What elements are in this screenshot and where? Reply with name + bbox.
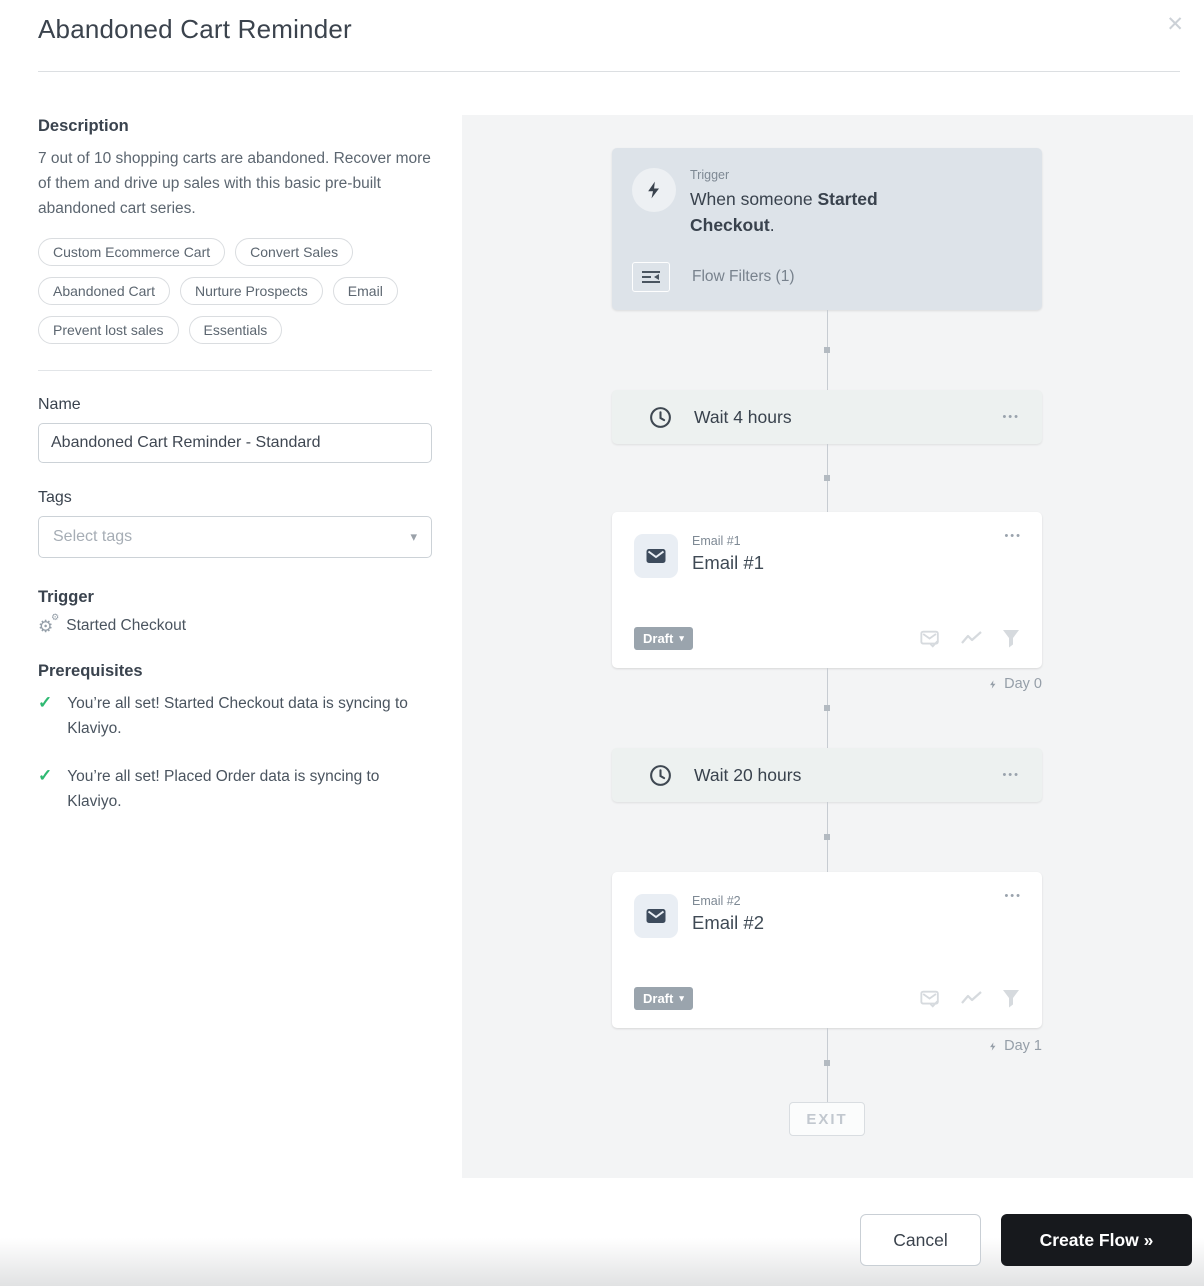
description-heading: Description [38,117,432,136]
clock-icon [648,405,673,430]
lightning-icon [632,168,676,212]
check-icon: ✓ [38,764,52,814]
add-step-dot[interactable] [824,475,830,481]
trigger-value: Started Checkout [66,617,186,635]
tag-pill: Nurture Prospects [180,277,323,305]
more-options-icon[interactable]: ••• [1004,890,1022,902]
caret-down-icon: ▾ [679,993,684,1004]
trigger-card-text: When someone Started Checkout. [690,186,945,238]
filter-funnel-icon[interactable] [1002,629,1020,649]
clock-icon [648,763,673,788]
gear-icon: ⚙⚙ [38,618,53,635]
prerequisite-text: You’re all set! Started Checkout data is… [67,691,432,741]
wait-card-label: Wait 20 hours [694,765,1002,786]
status-badge[interactable]: Draft ▾ [634,627,693,650]
flow-preview-panel: Trigger When someone Started Checkout. F… [462,115,1193,1178]
check-icon: ✓ [38,691,52,741]
more-options-icon[interactable]: ••• [1004,530,1022,542]
details-panel: Description 7 out of 10 shopping carts a… [38,110,432,837]
flow-trigger-card[interactable]: Trigger When someone Started Checkout. F… [612,148,1042,310]
flow-filters-label: Flow Filters (1) [692,268,794,286]
description-text: 7 out of 10 shopping carts are abandoned… [38,146,432,221]
tag-pill: Email [333,277,398,305]
tag-pill-list: Custom Ecommerce Cart Convert Sales Aban… [38,238,432,344]
tag-pill: Convert Sales [235,238,353,266]
bolt-icon [988,1040,998,1053]
flow-email-card-1[interactable]: Email #1 Email #1 ••• Draft ▾ [612,512,1042,668]
preview-email-icon[interactable] [919,988,942,1010]
page-title: Abandoned Cart Reminder [38,14,352,45]
tags-select-placeholder: Select tags [53,528,132,546]
cancel-button[interactable]: Cancel [860,1214,981,1266]
email-card-title: Email #2 [692,912,764,934]
name-label: Name [38,396,432,414]
day-marker: Day 1 [988,1038,1042,1054]
email-icon [634,894,678,938]
chevron-down-icon: ▾ [410,529,417,545]
create-flow-button[interactable]: Create Flow » [1001,1214,1192,1266]
bolt-icon [988,678,998,691]
flow-filters-icon [632,262,670,292]
email-card-eyebrow: Email #1 [692,534,764,548]
wait-card-label: Wait 4 hours [694,407,1002,428]
prerequisite-text: You’re all set! Placed Order data is syn… [67,764,432,814]
flow-name-input[interactable] [38,423,432,463]
prerequisite-item: ✓ You’re all set! Placed Order data is s… [38,764,432,814]
more-options-icon[interactable]: ••• [1002,411,1020,423]
exit-node: EXIT [789,1102,865,1136]
analytics-icon[interactable] [960,990,984,1008]
add-step-dot[interactable] [824,1060,830,1066]
email-card-title: Email #1 [692,552,764,574]
section-divider [38,370,432,371]
preview-email-icon[interactable] [919,628,942,650]
add-step-dot[interactable] [824,347,830,353]
analytics-icon[interactable] [960,630,984,648]
filter-funnel-icon[interactable] [1002,989,1020,1009]
day-marker: Day 0 [988,676,1042,692]
close-icon[interactable]: ✕ [1160,6,1190,43]
flow-wait-card-2[interactable]: Wait 20 hours ••• [612,748,1042,802]
trigger-summary: ⚙⚙ Started Checkout [38,617,432,635]
tag-pill: Abandoned Cart [38,277,170,305]
add-step-dot[interactable] [824,705,830,711]
trigger-card-eyebrow: Trigger [690,168,945,182]
email-card-eyebrow: Email #2 [692,894,764,908]
prerequisites-heading: Prerequisites [38,662,432,681]
more-options-icon[interactable]: ••• [1002,769,1020,781]
add-step-dot[interactable] [824,834,830,840]
flow-email-card-2[interactable]: Email #2 Email #2 ••• Draft ▾ [612,872,1042,1028]
prerequisite-item: ✓ You’re all set! Started Checkout data … [38,691,432,741]
flow-wait-card-1[interactable]: Wait 4 hours ••• [612,390,1042,444]
flow-filters-link[interactable]: Flow Filters (1) [632,262,794,292]
email-icon [634,534,678,578]
tags-label: Tags [38,489,432,507]
header-divider [38,71,1180,72]
caret-down-icon: ▾ [679,633,684,644]
tag-pill: Prevent lost sales [38,316,179,344]
trigger-heading: Trigger [38,588,432,607]
tag-pill: Essentials [189,316,283,344]
tag-pill: Custom Ecommerce Cart [38,238,225,266]
tags-select[interactable]: Select tags ▾ [38,516,432,558]
status-badge[interactable]: Draft ▾ [634,987,693,1010]
